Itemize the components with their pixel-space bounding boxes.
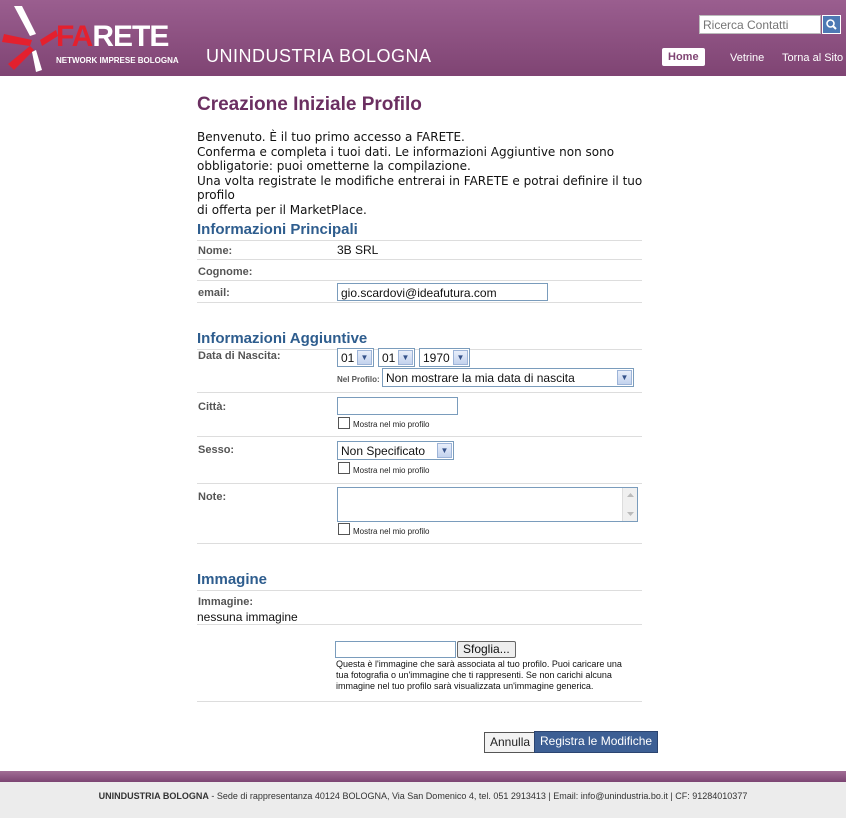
nel-profilo-label: Nel Profilo:: [337, 375, 380, 384]
nav-home[interactable]: Home: [662, 48, 705, 66]
image-help-text: Questa è l'immagine che sarà associata a…: [336, 659, 622, 691]
divider: [197, 624, 642, 625]
divider: [197, 701, 642, 702]
divider: [197, 259, 642, 260]
divider: [197, 280, 642, 281]
divider: [197, 543, 642, 544]
nome-value: 3B SRL: [337, 243, 379, 257]
divider: [197, 483, 642, 484]
search-icon: [826, 19, 837, 30]
note-label: Note:: [198, 491, 227, 503]
intro-line: Una volta registrate le modifiche entrer…: [197, 173, 643, 203]
scroll-arrows-icon: [627, 493, 634, 516]
footer-text: - Sede di rappresentanza 40124 BOLOGNA, …: [208, 791, 748, 801]
cognome-label: Cognome:: [198, 266, 253, 278]
page-title: Creazione Iniziale Profilo: [197, 94, 422, 115]
intro-line: obbligatorie: puoi ometterne la compilaz…: [197, 159, 471, 173]
intro-line: Conferma e completa i tuoi dati. Le info…: [197, 144, 615, 159]
note-show-label: Mostra nel mio profilo: [353, 527, 430, 536]
farete-logo[interactable]: FARETE NETWORK IMPRESE BOLOGNA: [0, 0, 190, 76]
save-changes-button[interactable]: Registra le Modifiche: [534, 731, 659, 753]
nav-vetrine[interactable]: Vetrine: [730, 52, 764, 64]
logo-subtitle: NETWORK IMPRESE BOLOGNA: [56, 56, 179, 65]
chevron-down-icon: ▼: [617, 370, 632, 385]
nav-torna-al-sito[interactable]: Torna al Sito: [782, 52, 843, 64]
chevron-down-icon: ▼: [357, 350, 372, 365]
birth-month-value: 01: [382, 351, 396, 365]
intro-line: di offerta per il MarketPlace.: [197, 202, 367, 217]
chevron-down-icon: ▼: [453, 350, 468, 365]
email-field[interactable]: gio.scardovi@ideafutura.com: [337, 283, 548, 301]
intro-text: Benvenuto. È il tuo primo accesso a FARE…: [197, 130, 647, 217]
citta-show-checkbox[interactable]: [338, 417, 350, 429]
immagine-value: nessuna immagine: [197, 610, 298, 624]
sesso-show-checkbox[interactable]: [338, 462, 350, 474]
divider: [197, 392, 642, 393]
note-textarea[interactable]: [337, 487, 638, 522]
footer-org: UNINDUSTRIA BOLOGNA: [98, 791, 209, 801]
logo-burst-icon: [2, 6, 58, 72]
birthdate-visibility-select[interactable]: Non mostrare la mia data di nascita ▼: [382, 368, 634, 387]
search-button[interactable]: [822, 15, 841, 34]
section-immagine-title: Immagine: [197, 571, 642, 591]
birth-month-select[interactable]: 01 ▼: [378, 348, 415, 367]
search-contacts-input[interactable]: [699, 15, 821, 34]
citta-show-label: Mostra nel mio profilo: [353, 420, 430, 429]
browse-button[interactable]: Sfoglia...: [457, 641, 516, 658]
intro-line: Benvenuto. È il tuo primo accesso a FARE…: [197, 130, 465, 144]
cancel-button[interactable]: Annulla: [484, 732, 537, 753]
immagine-label: Immagine:: [198, 596, 254, 608]
nascita-label: Data di Nascita:: [198, 350, 281, 362]
birth-day-select[interactable]: 01 ▼: [337, 348, 374, 367]
logo-wordmark: FARETE: [56, 20, 169, 53]
sesso-show-label: Mostra nel mio profilo: [353, 466, 430, 475]
footer-band: [0, 771, 846, 782]
birth-year-select[interactable]: 1970 ▼: [419, 348, 470, 367]
sesso-label: Sesso:: [198, 444, 235, 456]
divider: [197, 302, 642, 303]
citta-label: Città:: [198, 401, 227, 413]
chevron-down-icon: ▼: [437, 443, 452, 458]
section-principali-title: Informazioni Principali: [197, 221, 642, 241]
sesso-select[interactable]: Non Specificato ▼: [337, 441, 454, 460]
chevron-down-icon: ▼: [398, 350, 413, 365]
citta-input[interactable]: [337, 397, 458, 415]
birth-day-value: 01: [341, 351, 355, 365]
brand-title: UNINDUSTRIA BOLOGNA: [206, 46, 432, 66]
section-aggiuntive-title: Informazioni Aggiuntive: [197, 330, 642, 350]
note-show-checkbox[interactable]: [338, 523, 350, 535]
header-bar: FARETE NETWORK IMPRESE BOLOGNA UNINDUSTR…: [0, 0, 846, 76]
birth-year-value: 1970: [423, 351, 450, 365]
email-label: email:: [198, 287, 230, 299]
nome-label: Nome:: [198, 245, 233, 257]
sesso-value: Non Specificato: [341, 444, 426, 458]
divider: [197, 436, 642, 437]
footer: UNINDUSTRIA BOLOGNA - Sede di rappresent…: [0, 782, 846, 818]
birthdate-visibility-value: Non mostrare la mia data di nascita: [386, 371, 575, 385]
textarea-scrollbar[interactable]: [622, 488, 637, 521]
image-file-input[interactable]: [335, 641, 456, 658]
